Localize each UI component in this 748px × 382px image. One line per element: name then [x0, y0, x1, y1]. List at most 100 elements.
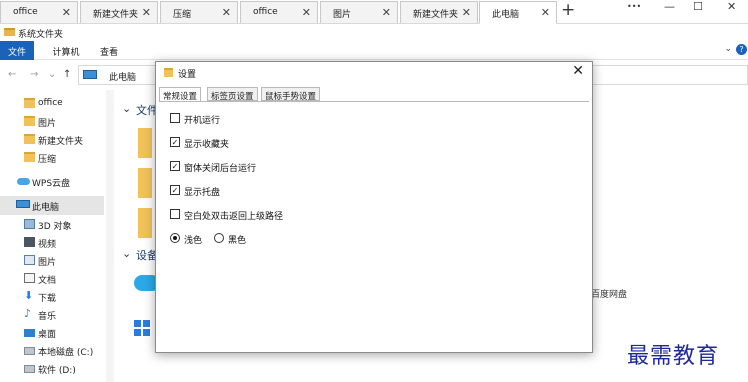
checkbox[interactable]: ✓ — [170, 161, 180, 171]
windows-logo-icon — [134, 320, 150, 336]
ribbon-tab-file[interactable]: 文件 — [0, 41, 34, 60]
sidebar-item-drive-c[interactable]: 本地磁盘 (C:) — [0, 341, 104, 360]
search-box[interactable] — [592, 65, 748, 85]
radio-light-label: 浅色 — [184, 236, 203, 246]
checkbox[interactable]: ✓ — [170, 137, 180, 147]
radio-dark[interactable] — [214, 233, 224, 243]
maximize-button[interactable]: ☐ — [693, 0, 703, 13]
computer-icon — [16, 200, 30, 208]
sidebar-item-label: 压缩 — [38, 155, 57, 165]
drive-icon — [24, 347, 35, 355]
help-icon[interactable]: ? — [736, 44, 747, 55]
folder-icon — [138, 208, 152, 238]
tab-label: 新建文件夹 — [413, 10, 459, 20]
radio-light[interactable] — [170, 233, 180, 243]
ribbon-tab-view[interactable]: 查看 — [92, 41, 126, 60]
tab-pictures[interactable]: 图片 ✕ — [320, 1, 398, 23]
computer-icon — [83, 70, 97, 79]
more-options-icon[interactable]: ••• — [627, 2, 641, 11]
sidebar-item-desktop[interactable]: 桌面 — [0, 323, 104, 342]
close-window-button[interactable]: ✕ — [727, 0, 736, 13]
tab-tab-settings[interactable]: 标签页设置 — [207, 87, 258, 102]
tab-compress[interactable]: 压缩 ✕ — [160, 1, 238, 23]
new-tab-button[interactable]: + — [561, 0, 575, 20]
sidebar-item-videos[interactable]: 视频 — [0, 233, 104, 252]
address-path: 此电脑 — [109, 73, 137, 83]
tab-label: 图片 — [333, 10, 352, 20]
browser-tab-bar: office ✕ 新建文件夹 ✕ 压缩 ✕ office ✕ 图片 ✕ 新建文件… — [0, 0, 748, 24]
ribbon-expand-icon[interactable]: ⌄ — [724, 44, 732, 54]
cloud-disk-label[interactable]: 百度网盘 — [591, 287, 627, 300]
address-input[interactable]: 此电脑 — [78, 65, 158, 85]
system-folder-label: 系统文件夹 — [18, 30, 64, 40]
option-label: 空白处双击返回上级路径 — [184, 212, 284, 222]
checkbox[interactable]: ✓ — [170, 185, 180, 195]
folder-icon — [164, 68, 173, 77]
ribbon-bar: 文件 计算机 查看 ⌄ ? — [0, 41, 748, 60]
dialog-close-button[interactable]: ✕ — [572, 63, 584, 79]
tab-general-settings[interactable]: 常规设置 — [159, 87, 202, 102]
sidebar-item-this-pc[interactable]: 此电脑 — [0, 196, 104, 215]
sidebar-item-label: WPS云盘 — [32, 179, 71, 189]
folder-icon — [4, 28, 15, 36]
checkbox[interactable] — [170, 113, 180, 123]
system-folder-bar: 系统文件夹 — [0, 24, 748, 41]
sidebar-item-wps-cloud[interactable]: WPS云盘 — [0, 172, 104, 191]
tab-label: office — [253, 7, 278, 17]
tab-new-folder-2[interactable]: 新建文件夹 ✕ — [400, 1, 478, 23]
sidebar-item-new-folder[interactable]: 新建文件夹 — [0, 130, 104, 149]
sidebar-item-downloads[interactable]: ⬇ 下载 — [0, 287, 104, 306]
recent-locations-icon[interactable]: ⌄ — [48, 69, 56, 80]
sidebar-item-pictures[interactable]: 图片 — [0, 251, 104, 270]
checkbox[interactable] — [170, 209, 180, 219]
ribbon-tab-computer[interactable]: 计算机 — [44, 41, 88, 60]
folder-icon — [24, 116, 35, 126]
sidebar-item-label: 图片 — [38, 119, 57, 129]
option-label: 显示收藏夹 — [184, 140, 230, 150]
sidebar-item-pictures-folder[interactable]: 图片 — [0, 112, 104, 131]
drive-icon — [24, 365, 35, 373]
folder-icon — [24, 152, 35, 162]
tab-new-folder-1[interactable]: 新建文件夹 ✕ — [80, 1, 158, 23]
collapse-icon[interactable]: ⌄ — [122, 102, 131, 115]
tab-close-icon[interactable]: ✕ — [382, 6, 391, 19]
tab-close-icon[interactable]: ✕ — [302, 6, 311, 19]
tab-label: 此电脑 — [492, 10, 520, 20]
music-icon: ♪ — [24, 307, 32, 320]
sidebar-item-music[interactable]: ♪ 音乐 — [0, 305, 104, 324]
general-settings-panel: 开机运行 ✓ 显示收藏夹 ✓ 窗体关闭后台运行 ✓ 显示托盘 空白处双击返回上级… — [159, 101, 589, 351]
cube-icon — [24, 219, 35, 229]
tab-this-pc[interactable]: 此电脑 ✕ — [479, 1, 557, 24]
sidebar-item-documents[interactable]: 文档 — [0, 269, 104, 288]
sidebar-item-label: office — [38, 98, 63, 108]
up-arrow-icon[interactable]: ↑ — [63, 69, 71, 80]
tab-close-icon[interactable]: ✕ — [222, 6, 231, 19]
cloud-icon — [17, 178, 30, 185]
sidebar-item-office[interactable]: office — [0, 94, 104, 113]
sidebar-item-compress[interactable]: 压缩 — [0, 148, 104, 167]
sidebar-scrollbar[interactable] — [106, 90, 114, 382]
tab-close-icon[interactable]: ✕ — [541, 6, 550, 19]
sidebar-item-label: 音乐 — [38, 312, 57, 322]
theme-radio-group: 浅色 黑色 — [170, 233, 290, 246]
forward-arrow-icon[interactable]: → — [30, 69, 38, 80]
folder-icon — [138, 128, 152, 158]
tab-close-icon[interactable]: ✕ — [462, 6, 471, 19]
tab-close-icon[interactable]: ✕ — [142, 6, 151, 19]
folder-icon — [24, 134, 35, 144]
tab-office-2[interactable]: office ✕ — [240, 1, 318, 23]
tab-mouse-gesture-settings[interactable]: 鼠标手势设置 — [261, 87, 321, 102]
watermark-text: 最需教育 — [627, 344, 720, 369]
folder-icon — [138, 168, 152, 198]
sidebar-item-label: 桌面 — [38, 330, 57, 340]
back-arrow-icon[interactable]: ← — [8, 69, 16, 80]
sidebar-item-label: 此电脑 — [32, 203, 60, 213]
sidebar-item-drive-d[interactable]: 软件 (D:) — [0, 359, 104, 378]
sidebar-item-3d-objects[interactable]: 3D 对象 — [0, 215, 104, 234]
settings-dialog: 设置 ✕ 常规设置 标签页设置 鼠标手势设置 开机运行 ✓ 显示收藏夹 ✓ 窗体… — [155, 61, 593, 353]
option-label: 窗体关闭后台运行 — [184, 164, 257, 174]
tab-close-icon[interactable]: ✕ — [62, 6, 71, 19]
collapse-icon[interactable]: ⌄ — [122, 247, 131, 260]
tab-office-1[interactable]: office ✕ — [0, 1, 78, 23]
minimize-button[interactable]: — — [664, 0, 675, 13]
